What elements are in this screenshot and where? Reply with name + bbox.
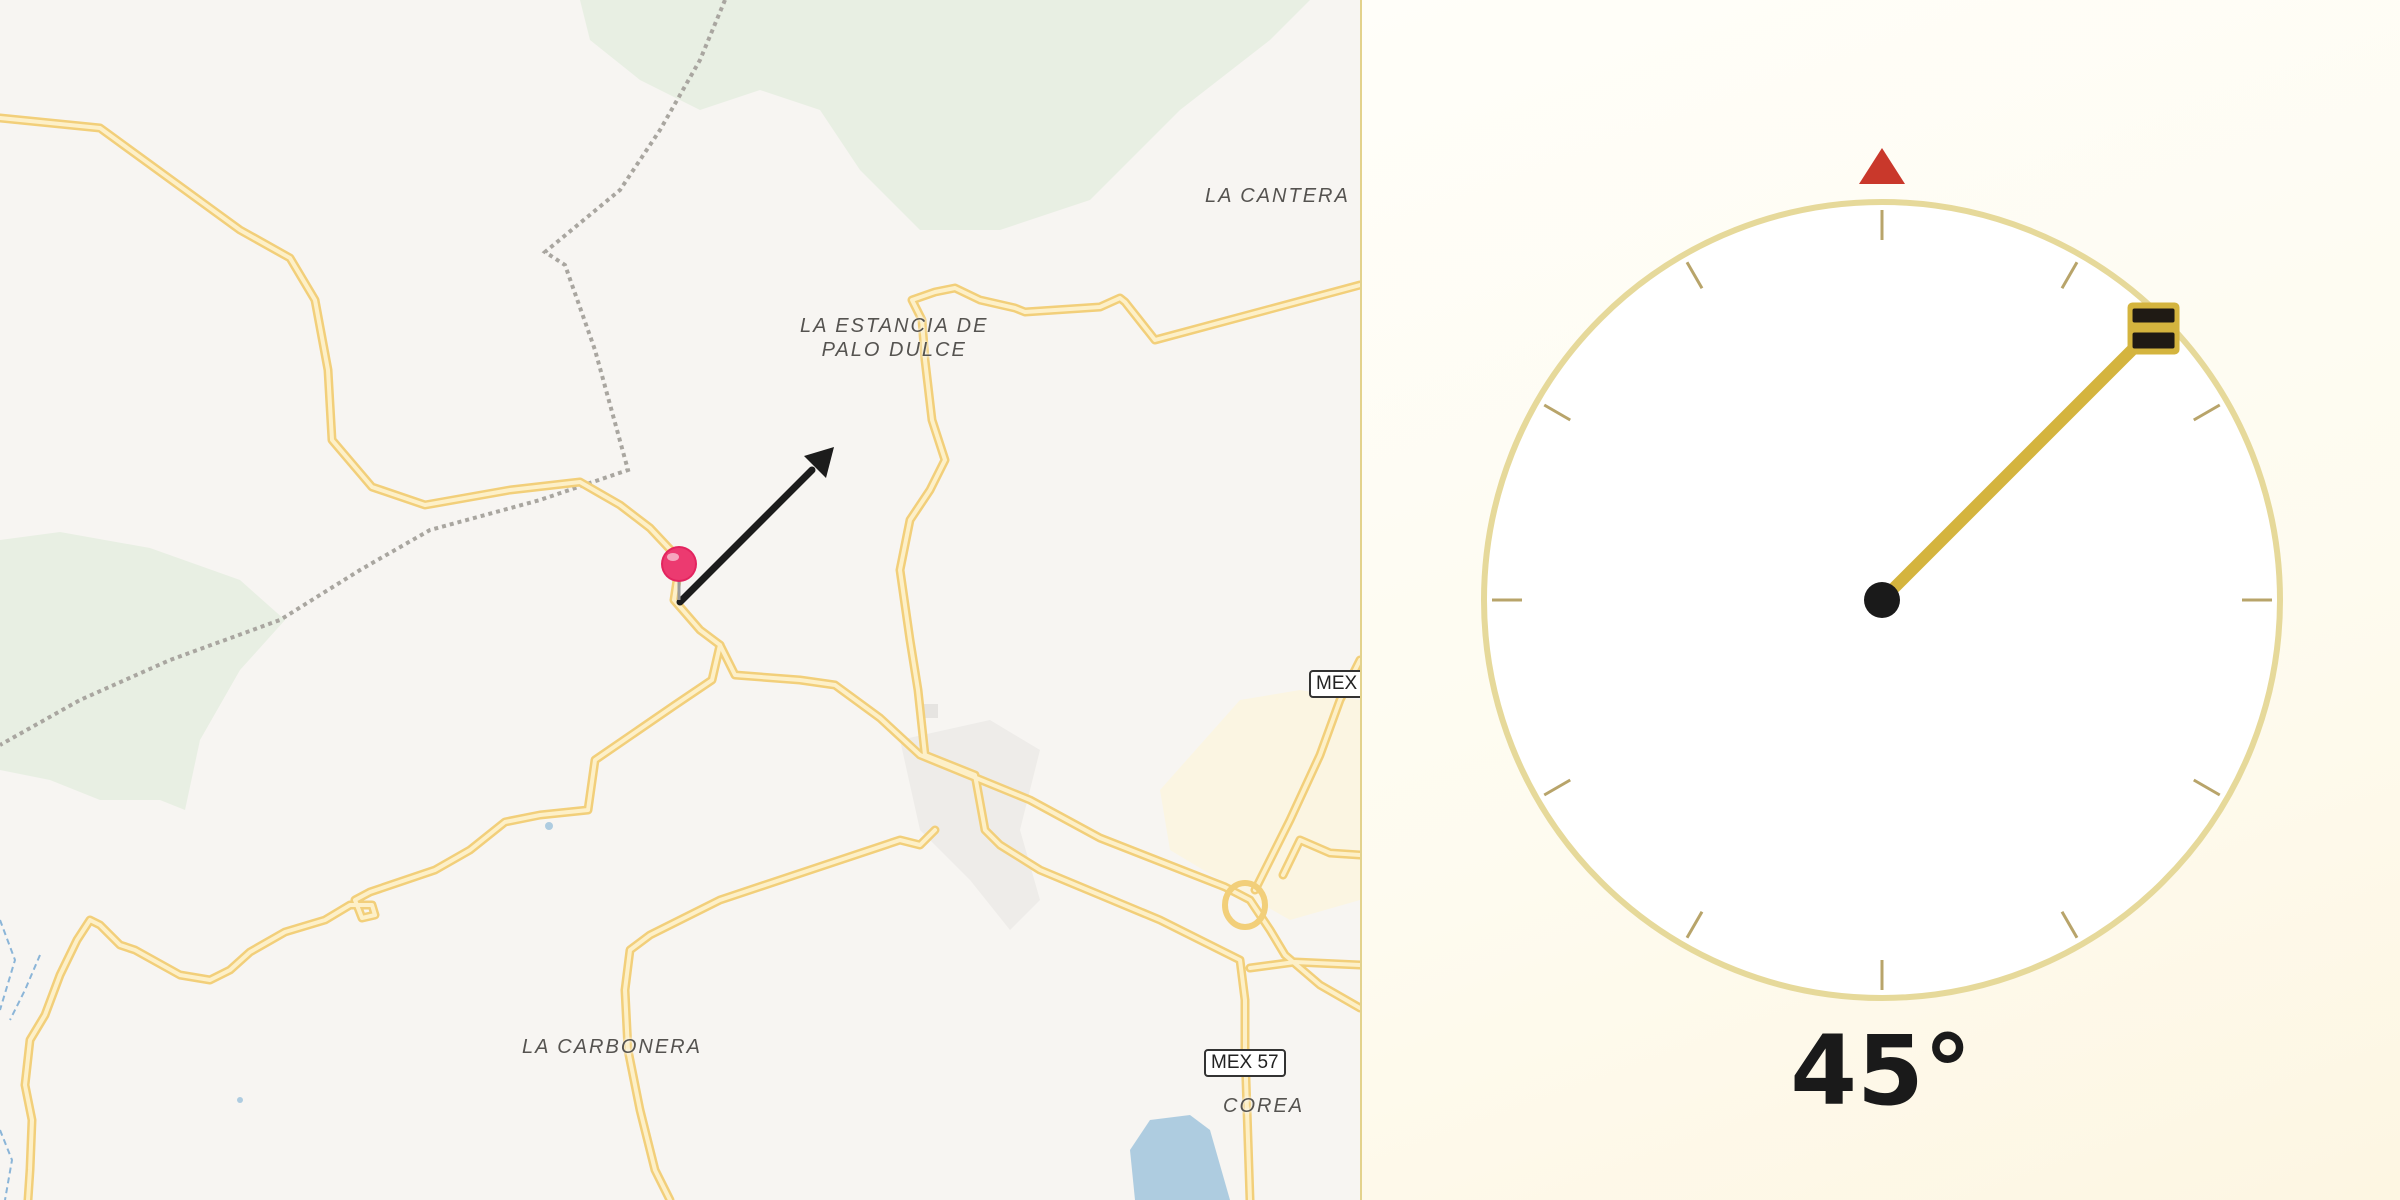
heading-readout: 45° [1790, 1015, 1972, 1127]
place-label-corea: COREA [1223, 1095, 1305, 1117]
map-canvas[interactable] [0, 0, 1360, 1200]
needle-handle-icon[interactable] [2127, 302, 2180, 355]
pond [545, 822, 553, 830]
place-label-la-cantera: LA CANTERA [1205, 185, 1350, 207]
forest-area [580, 0, 1310, 230]
place-label-la-carbonera: LA CARBONERA [522, 1036, 702, 1058]
place-label-la-estancia-de-palo-dulce: LA ESTANCIA DE PALO DULCE [800, 315, 989, 361]
pond [237, 1097, 243, 1103]
compass-panel: 45° [1362, 0, 2400, 1200]
route-shield-mex-57: MEX 57 [1204, 1049, 1286, 1077]
building [924, 704, 938, 718]
direction-arrow-icon [676, 447, 834, 606]
north-marker-icon [1859, 148, 1905, 184]
compass-center-hub [1864, 582, 1900, 618]
map-panel[interactable]: LA CANTERA LA ESTANCIA DE PALO DULCE LA … [0, 0, 1360, 1200]
lake [1130, 1115, 1230, 1200]
route-shield-mex: MEX [1309, 670, 1360, 698]
